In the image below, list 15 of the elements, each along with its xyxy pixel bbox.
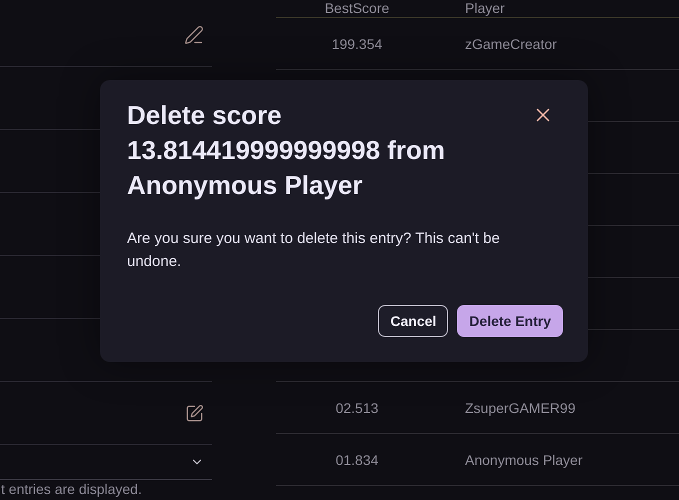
table-cell-text: Anonymous Player — [465, 452, 584, 468]
pen-icon[interactable] — [184, 25, 204, 45]
table-cell-text: zGameCreator — [465, 36, 558, 52]
table-cell-text: ZsuperGAMER99 — [465, 400, 576, 416]
dialog-message: Are you sure you want to delete this entry? This can't be undone. — [127, 229, 501, 272]
cancel-button[interactable]: Cancel — [378, 305, 448, 337]
table-cell-text: 199.354 — [330, 36, 384, 52]
footer-note: t entries are displayed. — [1, 481, 143, 497]
delete-button[interactable]: Delete Entry — [457, 305, 563, 337]
column-header: Player — [465, 0, 506, 16]
table-cell-text: 01.834 — [334, 452, 380, 468]
dialog-title: Delete score 13.814419999999998 from Anonymous Player — [127, 99, 446, 202]
column-header: BestScore — [324, 0, 390, 16]
edit-icon[interactable] — [185, 404, 204, 422]
table-cell-text: 02.513 — [334, 400, 380, 416]
